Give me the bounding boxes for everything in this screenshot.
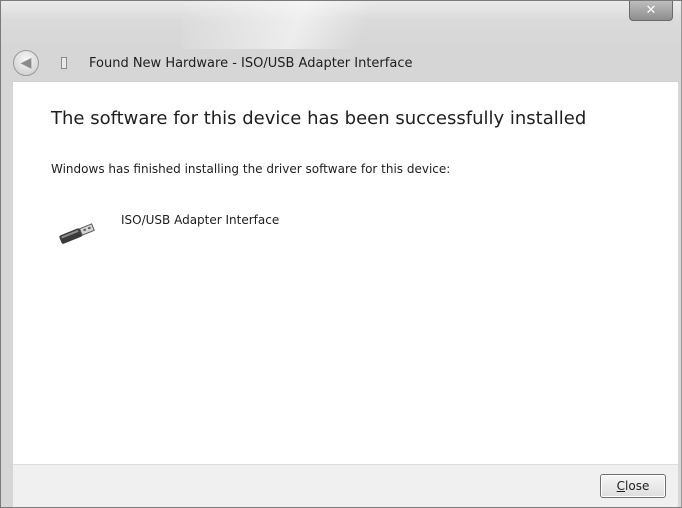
titlebar-gloss bbox=[181, 1, 441, 49]
content-pane: The software for this device has been su… bbox=[13, 81, 678, 464]
main-heading: The software for this device has been su… bbox=[51, 108, 587, 129]
dialog-window: ✕ ◀ Found New Hardware - ISO/USB Adapter… bbox=[0, 0, 682, 508]
close-button-mnemonic: C bbox=[616, 479, 626, 493]
window-close-glyph: ✕ bbox=[645, 3, 657, 18]
close-button[interactable]: Close bbox=[600, 474, 666, 498]
back-button[interactable]: ◀ bbox=[13, 50, 39, 76]
back-arrow-icon: ◀ bbox=[20, 55, 32, 71]
hardware-icon bbox=[61, 57, 67, 69]
usb-connector-icon bbox=[59, 223, 95, 244]
close-button-label: lose bbox=[625, 479, 650, 493]
install-description: Windows has finished installing the driv… bbox=[51, 162, 451, 176]
dialog-footer: Close bbox=[13, 464, 678, 507]
wizard-header: ◀ Found New Hardware - ISO/USB Adapter I… bbox=[13, 47, 678, 79]
window-close-icon[interactable]: ✕ bbox=[629, 1, 673, 21]
device-name: ISO/USB Adapter Interface bbox=[121, 213, 280, 227]
wizard-title: Found New Hardware - ISO/USB Adapter Int… bbox=[89, 55, 413, 71]
